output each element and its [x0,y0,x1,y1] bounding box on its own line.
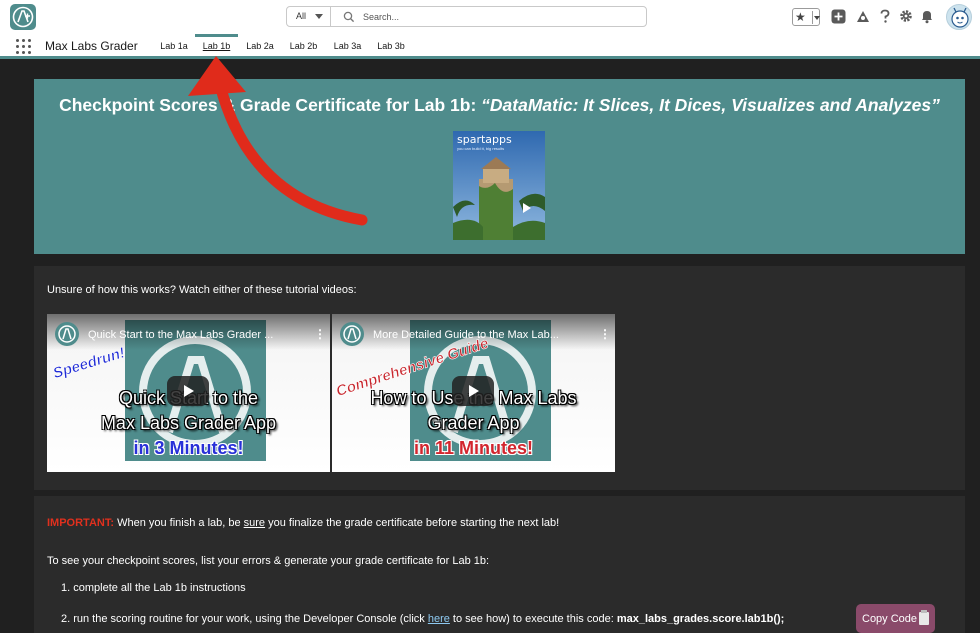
play-icon[interactable] [452,376,494,406]
important-notice: IMPORTANT: When you finish a lab, be sur… [47,517,560,529]
global-search: All [286,6,647,27]
instruction-step: 2. run the scoring routine for your work… [61,613,785,625]
tutorial-videos-panel: Unsure of how this works? Watch either o… [34,266,965,490]
tab-label: Lab 3b [377,41,405,51]
tab-label: Lab 1a [160,41,188,51]
app-logo-icon[interactable] [10,4,36,30]
copy-code-button[interactable]: Copy Code [856,604,935,633]
page-title: Checkpoint Scores & Grade Certificate fo… [34,95,965,116]
lab-cover-image: spartapps you can build it, big results [453,131,545,240]
video-overlay-duration: in 3 Minutes! [133,438,244,458]
instructions-intro: To see your checkpoint scores, list your… [47,555,490,567]
channel-logo-icon [340,322,364,346]
title-main: Checkpoint Scores & Grade Certificate fo… [59,95,482,115]
tutorial-intro: Unsure of how this works? Watch either o… [47,284,357,296]
app-launcher-icon[interactable] [16,39,31,54]
tab-lab-1a[interactable]: Lab 1a [153,34,195,56]
star-icon: ★ [795,10,806,24]
add-icon[interactable] [831,9,846,24]
video-overlay-line: Grader App [427,413,520,433]
video-overlay-duration: in 11 Minutes! [413,438,534,458]
video-title[interactable]: Quick Start to the Max Labs Grader ... [88,329,273,341]
copy-code-label: Copy Code [862,612,918,625]
title-lab-name: “DataMatic: It Slices, It Dices, Visuali… [481,95,940,115]
emphasis-text: sure [243,517,266,529]
video-title[interactable]: More Detailed Guide to the Max Lab... [373,329,559,341]
tab-lab-3b[interactable]: Lab 3b [369,34,413,56]
trailhead-icon[interactable] [855,9,871,24]
tab-label: Lab 3a [333,41,362,51]
clipboard-icon [919,610,929,625]
page-content: Checkpoint Scores & Grade Certificate fo… [0,62,980,633]
search-icon [343,11,355,23]
video-detailed-guide[interactable]: More Detailed Guide to the Max Lab... ⋮ … [332,314,615,472]
chevron-down-icon [315,14,323,19]
search-input[interactable] [363,9,633,24]
instructions-panel: IMPORTANT: When you finish a lab, be sur… [34,496,965,633]
app-name: Max Labs Grader [45,39,138,53]
lab-banner: Checkpoint Scores & Grade Certificate fo… [34,79,965,254]
tab-lab-1b[interactable]: Lab 1b [195,34,238,56]
code-snippet: max_labs_grades.score.lab1b(); [616,613,785,625]
more-options-icon[interactable]: ⋮ [599,327,611,341]
notification-bell-icon[interactable] [920,9,934,24]
video-quick-start[interactable]: Quick Start to the Max Labs Grader ... ⋮… [47,314,330,472]
tab-label: Lab 2b [289,41,318,51]
image-brand-subtext: you can build it, big results [457,146,505,151]
important-label: IMPORTANT: [47,517,115,529]
chevron-down-icon [814,16,820,20]
more-options-icon[interactable]: ⋮ [314,327,326,341]
instruction-step: 1. complete all the Lab 1b instructions [61,582,246,594]
tab-lab-3a[interactable]: Lab 3a [326,34,369,56]
tab-lab-2a[interactable]: Lab 2a [239,34,281,56]
tab-label: Lab 2a [246,41,274,51]
channel-logo-icon [55,322,79,346]
play-icon[interactable] [167,376,209,406]
image-brand-text: spartapps [457,133,512,146]
video-overlay-line: Max Labs Grader App [100,413,277,433]
search-scope-label: All [296,11,307,21]
global-header: All ★ [0,0,980,34]
help-link[interactable]: here [428,613,450,625]
tab-label: Lab 1b [202,41,231,51]
help-icon[interactable] [879,9,891,24]
app-nav-bar: Max Labs Grader Lab 1a Lab 1b Lab 2a Lab… [0,34,980,59]
tab-lab-2b[interactable]: Lab 2b [282,34,325,56]
search-scope-select[interactable]: All [287,7,331,26]
user-avatar[interactable] [946,4,972,30]
favorites-button[interactable]: ★ [792,8,820,26]
gear-icon[interactable] [899,9,913,23]
